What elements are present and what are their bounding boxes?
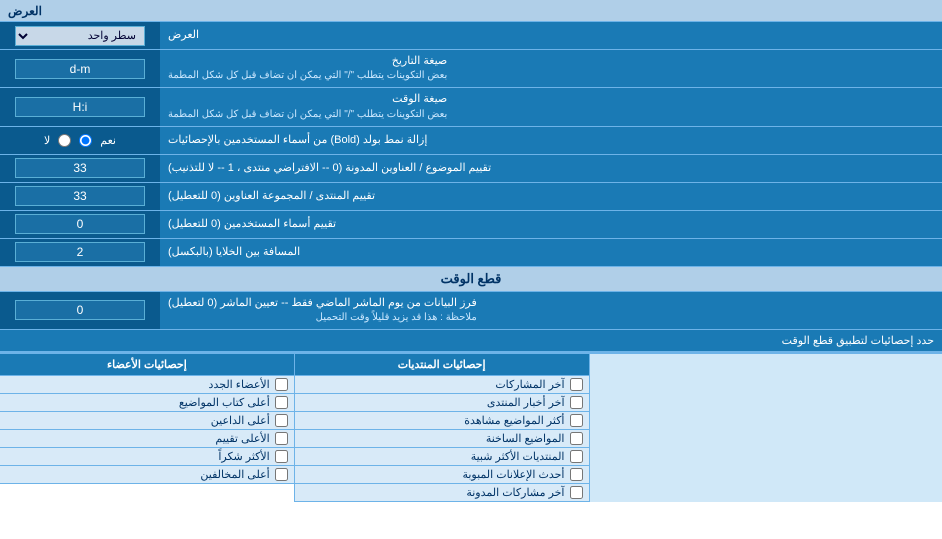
members-stats-header: إحصائيات الأعضاء	[0, 354, 294, 376]
list-item: آخر المشاركات	[295, 376, 589, 394]
label-bold: إزالة نمط بولد (Bold) من أسماء المستخدمي…	[168, 133, 427, 148]
forum-stats-col: إحصائيات المنتديات آخر المشاركات آخر أخب…	[294, 354, 589, 502]
checkbox-popular-forums[interactable]	[570, 450, 583, 463]
time-format-input[interactable]	[15, 97, 145, 117]
row-spacing: المسافة بين الخلايا (بالبكسل)	[0, 239, 942, 267]
list-item: المنتديات الأكثر شبية	[295, 448, 589, 466]
list-item: الأكثر شكراً	[0, 448, 294, 466]
checkbox-last-posts[interactable]	[570, 378, 583, 391]
apply-stats-label: حدد إحصائيات لتطبيق قطع الوقت	[782, 334, 934, 347]
list-item: أعلى المخالفين	[0, 466, 294, 484]
stats-section: إحصائيات المنتديات آخر المشاركات آخر أخب…	[0, 352, 942, 502]
label-display: العرض	[168, 28, 199, 43]
radio-yes-label: نعم	[100, 134, 116, 147]
label-most-thanks: الأكثر شكراً	[218, 450, 269, 463]
checkbox-most-viewed[interactable]	[570, 414, 583, 427]
list-item: آخر مشاركات المدونة	[295, 484, 589, 502]
label-most-viewed: أكثر المواضيع مشاهدة	[464, 414, 564, 427]
checkbox-top-violators[interactable]	[275, 468, 288, 481]
row-cutoff: فرز البيانات من يوم الماشر الماضي فقط --…	[0, 292, 942, 330]
apply-stats-row: حدد إحصائيات لتطبيق قطع الوقت	[0, 330, 942, 352]
label-date-format: صيغة التاريخ بعض التكوينات يتطلب "/" الت…	[168, 54, 447, 83]
page-title: العرض	[8, 4, 42, 18]
checkbox-most-thanks[interactable]	[275, 450, 288, 463]
list-item: أكثر المواضيع مشاهدة	[295, 412, 589, 430]
date-format-input[interactable]	[15, 59, 145, 79]
label-new-members: الأعضاء الجدد	[209, 378, 270, 391]
label-user-rating: تقييم أسماء المستخدمين (0 للتعطيل)	[168, 217, 336, 232]
label-classified: أحدث الإعلانات المبوبة	[462, 468, 564, 481]
radio-no[interactable]	[58, 134, 71, 147]
topic-rating-input[interactable]	[15, 158, 145, 178]
list-item: أحدث الإعلانات المبوبة	[295, 466, 589, 484]
row-time-format: صيغة الوقت بعض التكوينات يتطلب "/" التي …	[0, 88, 942, 126]
radio-yes[interactable]	[79, 134, 92, 147]
label-blog-posts: آخر مشاركات المدونة	[466, 486, 564, 499]
row-user-rating: تقييم أسماء المستخدمين (0 للتعطيل)	[0, 211, 942, 239]
list-item: الأعضاء الجدد	[0, 376, 294, 394]
checkbox-blog-posts[interactable]	[570, 486, 583, 499]
checkbox-top-posters[interactable]	[275, 396, 288, 409]
label-popular-forums: المنتديات الأكثر شبية	[471, 450, 565, 463]
list-item: الأعلى تقييم	[0, 430, 294, 448]
cutoff-section-header: قطع الوقت	[0, 267, 942, 292]
label-hot-topics: المواضيع الساخنة	[486, 432, 565, 445]
list-item: أعلى الداعين	[0, 412, 294, 430]
checkbox-forum-news[interactable]	[570, 396, 583, 409]
label-last-posts: آخر المشاركات	[495, 378, 564, 391]
label-top-posters: أعلى كتاب المواضيع	[179, 396, 270, 409]
label-spacing: المسافة بين الخلايا (بالبكسل)	[168, 245, 300, 260]
checkbox-hot-topics[interactable]	[570, 432, 583, 445]
members-stats-col: إحصائيات الأعضاء الأعضاء الجدد أعلى كتاب…	[0, 354, 294, 502]
label-top-violators: أعلى المخالفين	[200, 468, 269, 481]
cutoff-input[interactable]	[15, 300, 145, 320]
list-item: المواضيع الساخنة	[295, 430, 589, 448]
checkbox-top-inviters[interactable]	[275, 414, 288, 427]
list-item: أعلى كتاب المواضيع	[0, 394, 294, 412]
label-topic-rating: تقييم الموضوع / العناوين المدونة (0 -- ا…	[168, 161, 491, 176]
label-top-inviters: أعلى الداعين	[211, 414, 270, 427]
row-display: العرض سطر واحد سطرين ثلاثة أسطر	[0, 22, 942, 50]
row-topic-rating: تقييم الموضوع / العناوين المدونة (0 -- ا…	[0, 155, 942, 183]
label-top-rated: الأعلى تقييم	[215, 432, 269, 445]
user-rating-input[interactable]	[15, 214, 145, 234]
checkbox-classified[interactable]	[570, 468, 583, 481]
radio-no-label: لا	[44, 134, 50, 147]
row-bold: إزالة نمط بولد (Bold) من أسماء المستخدمي…	[0, 127, 942, 155]
checkbox-top-rated[interactable]	[275, 432, 288, 445]
label-forum-news: آخر أخبار المنتدى	[487, 396, 565, 409]
forum-rating-input[interactable]	[15, 186, 145, 206]
forum-stats-header: إحصائيات المنتديات	[295, 354, 589, 376]
row-forum-rating: تقييم المنتدى / المجموعة العناوين (0 للت…	[0, 183, 942, 211]
checkbox-new-members[interactable]	[275, 378, 288, 391]
label-cutoff: فرز البيانات من يوم الماشر الماضي فقط --…	[168, 296, 477, 325]
display-select[interactable]: سطر واحد سطرين ثلاثة أسطر	[15, 26, 145, 46]
label-time-format: صيغة الوقت بعض التكوينات يتطلب "/" التي …	[168, 92, 447, 121]
label-forum-rating: تقييم المنتدى / المجموعة العناوين (0 للت…	[168, 189, 375, 204]
spacing-input[interactable]	[15, 242, 145, 262]
list-item: آخر أخبار المنتدى	[295, 394, 589, 412]
row-date-format: صيغة التاريخ بعض التكوينات يتطلب "/" الت…	[0, 50, 942, 88]
